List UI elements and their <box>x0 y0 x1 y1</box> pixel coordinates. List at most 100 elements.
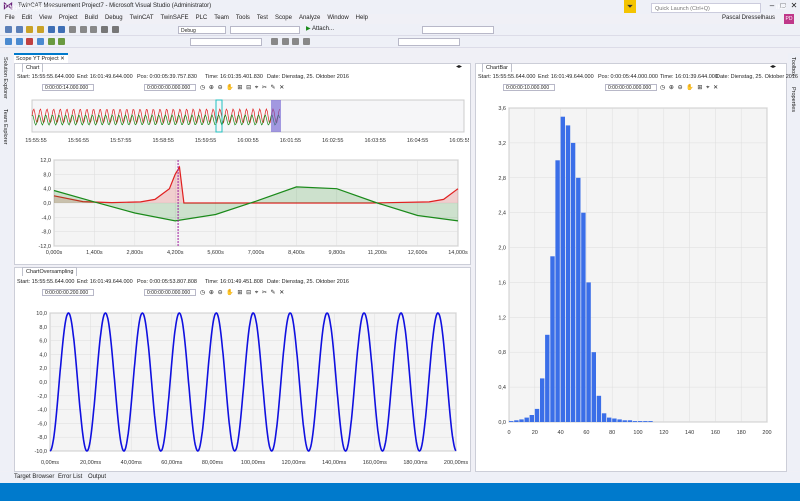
menu-debug[interactable]: Debug <box>105 15 123 21</box>
configuration-select[interactable]: Debug <box>178 26 226 34</box>
plc-select[interactable] <box>398 38 460 46</box>
menu-file[interactable]: File <box>5 15 15 21</box>
record-icon[interactable] <box>15 38 23 45</box>
menu-team[interactable]: Team <box>214 15 229 21</box>
chart-timespan-input[interactable]: 0:00:00:14.000.000 <box>42 84 94 91</box>
x-tick-label: 200,00ms <box>444 460 468 466</box>
chart3-start: Start: 15:55:55.644.000 <box>478 74 536 80</box>
x-tick-label: 120 <box>659 430 668 436</box>
tab-error-list[interactable]: Error List <box>58 474 82 480</box>
attach-button[interactable]: ▶ Attach... <box>306 25 334 32</box>
menu-twincat[interactable]: TwinCAT <box>130 15 154 21</box>
logout-icon[interactable] <box>303 38 311 45</box>
y-tick-label: -2,0 <box>38 394 47 400</box>
run-icon[interactable] <box>47 38 55 45</box>
properties-tab[interactable]: Properties <box>790 87 796 112</box>
chart2-end: End: 16:01:49.644.000 <box>77 279 133 285</box>
menu-build[interactable]: Build <box>85 15 98 21</box>
chart-pos: Pos: 0:00:05:39.757.830 <box>137 74 197 80</box>
chart-main-plot[interactable]: 12,08,04,00,0-4,0-8,0-12,00,000s 1,400s 2,… <box>38 158 468 256</box>
x-tick-label: 180 <box>737 430 746 436</box>
redo-icon[interactable] <box>111 26 119 33</box>
chart2-timespan-input[interactable]: 0:00:00:00.200.000 <box>42 289 94 296</box>
notification-filter-icon[interactable]: ⏷ <box>624 0 636 13</box>
activate-icon[interactable] <box>271 38 278 45</box>
histogram-bar <box>601 413 607 422</box>
user-name[interactable]: Pascal Dresselhaus <box>722 15 775 21</box>
chart-date: Date: Dienstag, 25. Oktober 2016 <box>267 74 349 80</box>
target-select[interactable] <box>190 38 262 46</box>
menu-plc[interactable]: PLC <box>196 15 208 21</box>
menu-test[interactable]: Test <box>257 15 268 21</box>
x-tick-label: 180,00ms <box>403 460 427 466</box>
menu-scope[interactable]: Scope <box>275 15 292 21</box>
forward-icon[interactable] <box>15 26 23 33</box>
tab-chart-oversampling[interactable]: ChartOversampling <box>22 267 78 276</box>
login-icon[interactable] <box>292 38 300 45</box>
undo-icon[interactable] <box>101 26 109 33</box>
solution-explorer-tab[interactable]: Solution Explorer <box>2 57 8 99</box>
chart2-main-plot[interactable]: 10,0 8,0 6,0 4,0 2,0 0,0 -2,0 -4,0 -6,0 -8,0 -10,0… <box>34 311 468 466</box>
menu-analyze[interactable]: Analyze <box>299 15 320 21</box>
x-tick-label: 80 <box>609 430 615 436</box>
quick-launch-input[interactable]: Quick Launch (Ctrl+Q) <box>651 3 761 13</box>
chart3-plot-area[interactable]: 3,6 3,2 2,8 2,4 2,0 1,6 1,2 0,8 0,4 0,00 20 40 60 80 1… <box>475 94 785 470</box>
config-mode-icon[interactable] <box>281 38 289 45</box>
chart3-cursor-input[interactable]: 0:00:00:00.000.000 <box>605 84 657 91</box>
menu-project[interactable]: Project <box>59 15 78 21</box>
copy-icon[interactable] <box>79 26 87 33</box>
close-tab-icon[interactable]: ✕ <box>60 56 65 62</box>
x-tick-label: 1,400s <box>86 250 103 256</box>
tab-chart[interactable]: Chart <box>22 63 44 72</box>
panel3-pin-icon[interactable]: ◂▸ <box>770 63 776 70</box>
tab-chart-bar[interactable]: ChartBar <box>482 63 513 72</box>
pause-icon[interactable] <box>37 38 45 45</box>
y-tick-label: 2,8 <box>498 176 506 182</box>
overview-selection-window[interactable] <box>271 100 281 132</box>
stop-icon[interactable] <box>26 38 34 45</box>
menu-view[interactable]: View <box>39 15 52 21</box>
menu-twinsafe[interactable]: TwinSAFE <box>161 15 189 21</box>
y-tick-label: 4,0 <box>43 187 51 193</box>
scope-icon[interactable] <box>5 38 12 45</box>
chart3-main-plot[interactable]: 3,6 3,2 2,8 2,4 2,0 1,6 1,2 0,8 0,4 0,00 20 40 60 80 1… <box>498 106 771 436</box>
menu-edit[interactable]: Edit <box>22 15 32 21</box>
search-combo[interactable] <box>422 26 494 34</box>
tab-target-browser[interactable]: Target Browser <box>14 474 54 480</box>
menu-tools[interactable]: Tools <box>236 15 250 21</box>
chart-plot-area[interactable]: 15:55:55 15:56:55 15:57:55 15:58:55 15:59:55… <box>14 94 469 264</box>
close-button[interactable]: ✕ <box>788 1 800 11</box>
save-icon[interactable] <box>47 26 55 33</box>
cut-icon[interactable] <box>69 26 77 33</box>
chart-cursor-input[interactable]: 0:00:00:00.000.000 <box>144 84 196 91</box>
platform-select[interactable] <box>230 26 300 34</box>
open-icon[interactable] <box>37 26 45 33</box>
x-tick-label: 100,00ms <box>241 460 265 466</box>
overview-tick-label: 15:56:55 <box>68 138 89 144</box>
chart-toolbar-icons[interactable]: ◷ ⊕ ⊖ ✋ ⊞ ⊟ ⌖ ✂ ✎ ✕ <box>200 84 285 92</box>
menu-window[interactable]: Window <box>327 15 348 21</box>
chart3-toolbar-icons[interactable]: ◷ ⊕ ⊖ ✋ ⊞ ⌖ ✕ <box>660 84 719 92</box>
trigger-icon[interactable] <box>58 38 66 45</box>
histogram-bar <box>524 417 529 422</box>
paste-icon[interactable] <box>90 26 98 33</box>
menu-help[interactable]: Help <box>356 15 368 21</box>
histogram-bar <box>545 334 550 422</box>
chart2-cursor-input[interactable]: 0:00:00:00.000.000 <box>144 289 196 296</box>
chart2-plot-area[interactable]: 10,0 8,0 6,0 4,0 2,0 0,0 -2,0 -4,0 -6,0 -8,0 -10,0… <box>14 299 469 470</box>
back-icon[interactable] <box>5 26 12 33</box>
x-tick-label: 200 <box>762 430 771 436</box>
x-tick-label: 2,800s <box>127 250 144 256</box>
new-project-icon[interactable] <box>26 26 34 33</box>
team-explorer-tab[interactable]: Team Explorer <box>2 109 8 144</box>
x-tick-label: 160,00ms <box>363 460 387 466</box>
histogram-bar <box>627 420 633 422</box>
panel-pin-icon[interactable]: ◂▸ <box>456 63 462 70</box>
chart3-timespan-input[interactable]: 0:00:00:10.000.000 <box>503 84 555 91</box>
tab-output[interactable]: Output <box>88 474 106 480</box>
twincat-toolbar <box>0 36 800 48</box>
chart-overview[interactable]: 15:55:55 15:56:55 15:57:55 15:58:55 15:59:55… <box>25 99 469 144</box>
chart2-toolbar-icons[interactable]: ◷ ⊕ ⊖ ✋ ⊞ ⊟ ⌖ ✂ ✎ ✕ <box>200 289 285 297</box>
save-all-icon[interactable] <box>58 26 66 33</box>
avatar[interactable]: PD <box>784 14 794 24</box>
